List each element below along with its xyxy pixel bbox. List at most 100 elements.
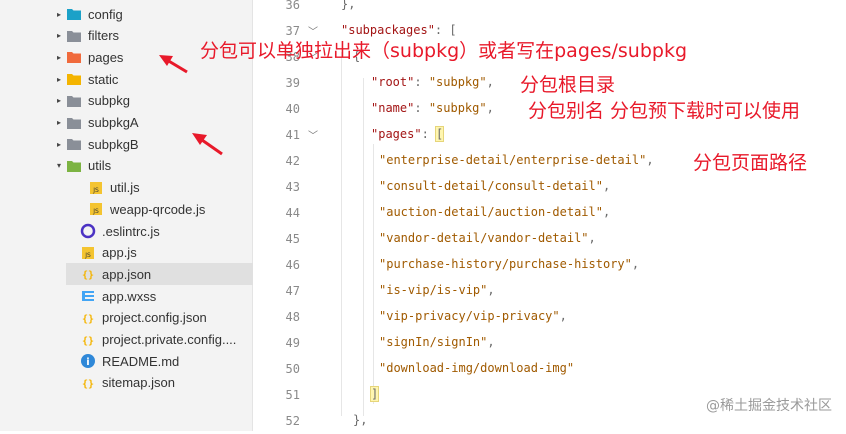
tree-item[interactable]: {} project.private.config.... xyxy=(66,329,266,351)
subpkg-annotation: 分包可以单独拉出来（subpkg）或者写在pages/subpkg xyxy=(200,40,688,62)
tree-item-label: util.js xyxy=(110,180,140,196)
code-token: , xyxy=(602,205,611,219)
code-token: "download-img/download-img" xyxy=(379,361,575,375)
svg-text:i: i xyxy=(86,357,89,368)
code-text: "is-vip/is-vip", xyxy=(379,283,495,297)
line-number: 42 xyxy=(285,154,300,168)
code-text: "auction-detail/auction-detail", xyxy=(379,205,610,219)
code-token: , xyxy=(487,283,495,297)
file-explorer: ▸ config ▸ filters ▸ pages ▸ static ▸ subpkg ▸ subp… xyxy=(0,0,266,431)
tree-item[interactable]: ▸ subpkg xyxy=(52,90,252,112)
code-token: : xyxy=(414,101,429,115)
tree-item[interactable]: {} project.config.json xyxy=(66,307,266,329)
code-text: "download-img/download-img" xyxy=(379,361,574,375)
svg-text:JS: JS xyxy=(92,187,99,194)
code-line[interactable]: 49 "signIn/signIn", xyxy=(253,330,846,356)
fold-chevron-icon[interactable]: ﹀ xyxy=(308,127,318,142)
tree-item-label: project.config.json xyxy=(102,310,207,326)
code-line[interactable]: 43 "consult-detail/consult-detail", xyxy=(253,174,846,200)
tree-item[interactable]: {} sitemap.json xyxy=(66,372,266,394)
svg-text:{}: {} xyxy=(82,336,94,347)
line-number: 45 xyxy=(285,232,300,246)
code-token: "vip-privacy/vip-privacy" xyxy=(379,309,560,323)
arrow-to-subpkgA xyxy=(192,133,223,156)
chevron-down-icon[interactable]: ▾ xyxy=(52,161,66,170)
folder-icon xyxy=(66,93,82,109)
chevron-right-icon[interactable]: ▸ xyxy=(52,140,66,149)
chevron-right-icon[interactable]: ▸ xyxy=(52,75,66,84)
js-file-icon: JS xyxy=(80,245,96,261)
chevron-right-icon[interactable]: ▸ xyxy=(52,31,66,40)
tree-item-label: app.json xyxy=(102,266,152,282)
tree-item-label: pages xyxy=(88,49,124,65)
code-token: , xyxy=(602,179,611,193)
code-line[interactable]: 48 "vip-privacy/vip-privacy", xyxy=(253,304,846,330)
code-token: }, xyxy=(353,413,368,427)
code-line[interactable]: 50 "download-img/download-img" xyxy=(253,356,846,382)
code-text: "enterprise-detail/enterprise-detail", xyxy=(379,153,654,167)
tree-item[interactable]: ▸ static xyxy=(52,68,252,90)
code-token: "signIn/signIn" xyxy=(379,335,488,349)
code-line[interactable]: 41 ﹀ "pages": [ xyxy=(253,122,846,148)
code-line[interactable]: 46 "purchase-history/purchase-history", xyxy=(253,252,846,278)
code-line[interactable]: 44 "auction-detail/auction-detail", xyxy=(253,200,846,226)
code-text: "vandor-detail/vandor-detail", xyxy=(379,231,596,245)
line-number: 47 xyxy=(285,284,300,298)
tree-item[interactable]: .eslintrc.js xyxy=(66,220,266,242)
tree-item-label: utils xyxy=(88,158,112,174)
code-token: "pages" xyxy=(371,127,422,141)
tree-item-label: static xyxy=(88,71,119,87)
tree-item[interactable]: JS util.js xyxy=(74,177,274,199)
code-token: , xyxy=(486,101,494,115)
code-text: "signIn/signIn", xyxy=(379,335,495,349)
line-number: 44 xyxy=(285,206,300,220)
code-text: "name": "subpkg", xyxy=(371,101,494,115)
code-token: : xyxy=(414,75,429,89)
tree-item[interactable]: JS app.js xyxy=(66,242,266,264)
chevron-right-icon[interactable]: ▸ xyxy=(52,10,66,19)
tree-item[interactable]: app.wxss xyxy=(66,285,266,307)
line-number: 51 xyxy=(285,388,300,402)
root-annotation: 分包根目录 xyxy=(520,74,616,96)
svg-text:{}: {} xyxy=(82,314,94,325)
code-text: "pages": [ xyxy=(371,126,445,142)
tree-item-label: filters xyxy=(88,28,120,44)
code-line[interactable]: 47 "is-vip/is-vip", xyxy=(253,278,846,304)
code-token: , xyxy=(487,335,495,349)
code-token: "subpkg" xyxy=(428,75,487,89)
tree-item[interactable]: ▸ config xyxy=(52,3,252,25)
line-number: 50 xyxy=(285,362,300,376)
code-line[interactable]: 36}, xyxy=(253,0,846,18)
tree-item[interactable]: i README.md xyxy=(66,350,266,372)
code-text: "purchase-history/purchase-history", xyxy=(379,257,639,271)
line-number: 43 xyxy=(285,180,300,194)
json-file-icon: {} xyxy=(80,310,96,326)
js-file-icon: JS xyxy=(88,180,104,196)
line-number: 46 xyxy=(285,258,300,272)
watermark: @稀土掘金技术社区 xyxy=(706,398,832,414)
line-number: 41 xyxy=(285,128,300,142)
code-line[interactable]: 45 "vandor-detail/vandor-detail", xyxy=(253,226,846,252)
tree-item-label: app.js xyxy=(102,245,137,261)
line-number: 48 xyxy=(285,310,300,324)
tree-item-label: subpkgB xyxy=(88,136,139,152)
tree-item[interactable]: JS weapp-qrcode.js xyxy=(74,198,274,220)
folder-pages-icon xyxy=(66,49,82,65)
tree-item[interactable]: {} app.json xyxy=(66,263,266,286)
code-editor[interactable]: 36}, 37 ﹀ "subpackages": [38 ﹀{39 "root": "su… xyxy=(253,0,846,431)
code-token: , xyxy=(588,231,596,245)
code-token: "enterprise-detail/enterprise-detail" xyxy=(379,153,647,167)
eslint-icon xyxy=(80,223,96,239)
tree-item-label: project.private.config.... xyxy=(102,332,237,347)
line-number: 40 xyxy=(285,102,300,116)
chevron-right-icon[interactable]: ▸ xyxy=(52,118,66,127)
tree-item-label: README.md xyxy=(102,353,180,369)
chevron-right-icon[interactable]: ▸ xyxy=(52,53,66,62)
json-file-icon: {} xyxy=(80,332,96,348)
tree-item[interactable]: ▾ utils xyxy=(52,155,252,177)
line-number: 52 xyxy=(285,414,300,428)
chevron-right-icon[interactable]: ▸ xyxy=(52,96,66,105)
folder-utils-icon xyxy=(66,158,82,174)
code-token: "subpkg" xyxy=(428,101,487,115)
code-token: "root" xyxy=(371,75,415,89)
